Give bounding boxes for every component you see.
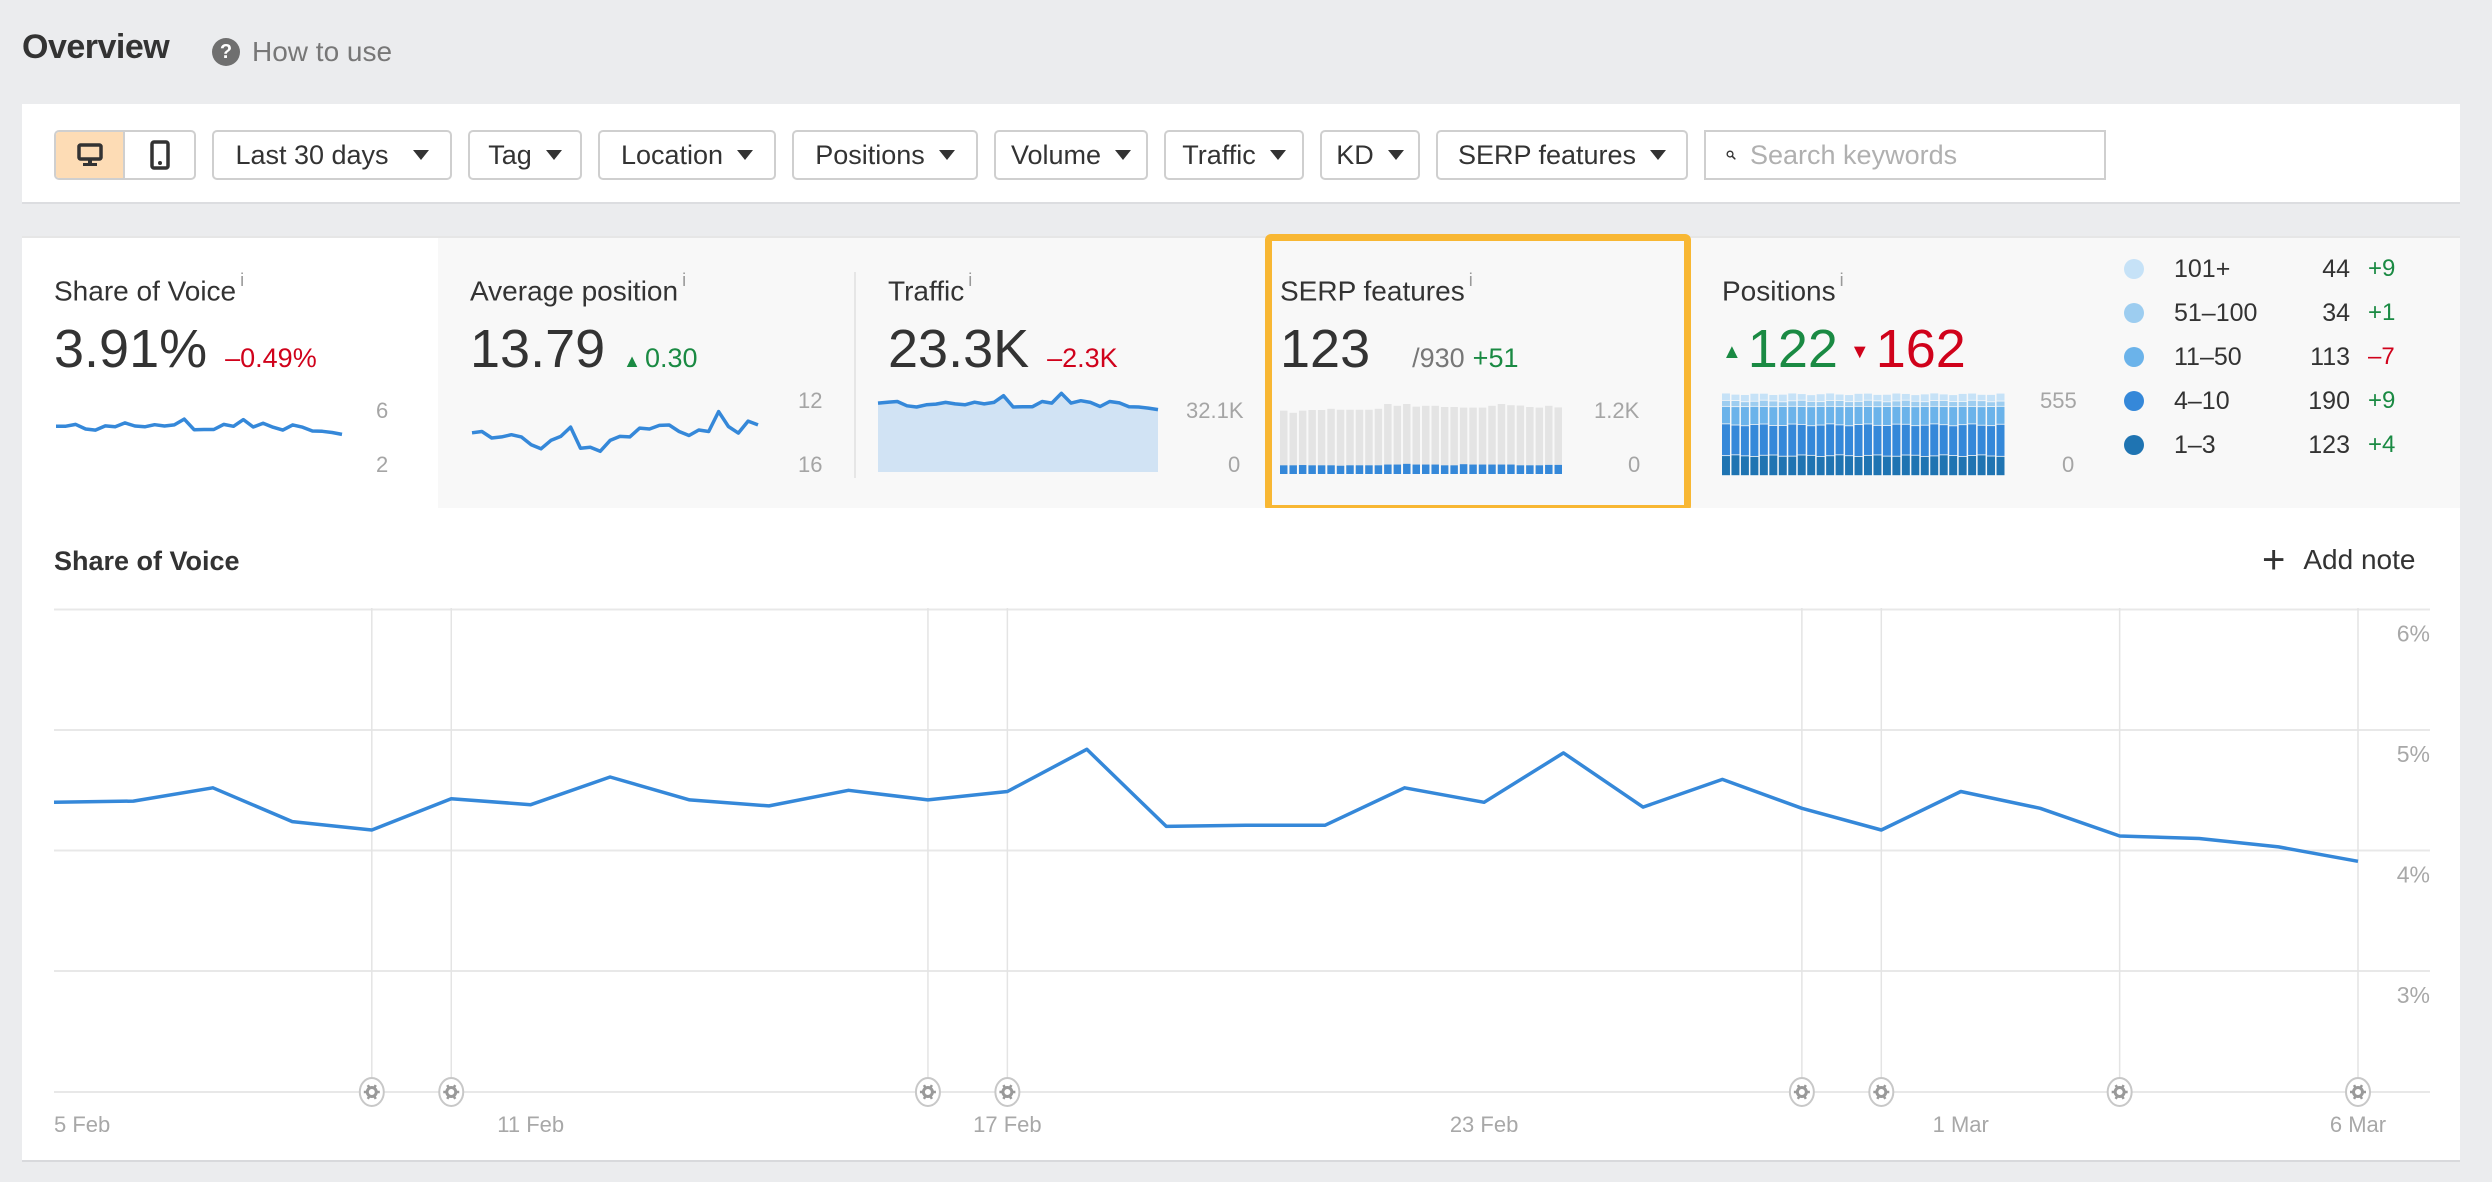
data-point[interactable] bbox=[1399, 782, 1411, 794]
data-point[interactable] bbox=[1558, 747, 1570, 759]
x-tick-label: 6 Mar bbox=[2330, 1112, 2386, 1137]
data-point[interactable] bbox=[763, 800, 775, 812]
x-tick-label: 1 Mar bbox=[1933, 1112, 1989, 1137]
x-tick-label: 11 Feb bbox=[497, 1112, 564, 1137]
note-marker[interactable] bbox=[2106, 1077, 2133, 1107]
data-point[interactable] bbox=[127, 795, 139, 807]
data-point[interactable] bbox=[2034, 802, 2046, 814]
data-point[interactable] bbox=[1081, 743, 1093, 755]
x-tick-label: 23 Feb bbox=[1450, 1112, 1519, 1137]
data-point[interactable] bbox=[445, 793, 457, 805]
series-line bbox=[53, 747, 2359, 864]
data-point[interactable] bbox=[525, 799, 537, 811]
data-point[interactable] bbox=[1160, 820, 1172, 832]
data-point[interactable] bbox=[842, 784, 854, 796]
data-point[interactable] bbox=[1240, 819, 1252, 831]
note-marker[interactable] bbox=[438, 1077, 465, 1107]
data-point[interactable] bbox=[1478, 796, 1490, 808]
data-point[interactable] bbox=[1716, 773, 1728, 785]
note-marker[interactable] bbox=[914, 1077, 941, 1107]
data-point[interactable] bbox=[1875, 824, 1887, 836]
data-point[interactable] bbox=[2114, 830, 2126, 842]
share-of-voice-line-chart: 6% 5% 4% 3% 5 Feb 11 Feb 17 Feb 23 Feb 1 Mar 6 Ma… bbox=[48, 608, 2430, 1137]
y-tick-label: 6% bbox=[2397, 621, 2430, 647]
y-tick-label: 5% bbox=[2397, 741, 2430, 767]
data-point[interactable] bbox=[684, 794, 696, 806]
data-point[interactable] bbox=[604, 771, 616, 783]
data-point[interactable] bbox=[207, 782, 219, 794]
data-point[interactable] bbox=[2273, 841, 2285, 853]
note-marker[interactable] bbox=[1788, 1077, 1815, 1107]
x-tick-label: 5 Feb bbox=[54, 1112, 110, 1137]
data-point[interactable] bbox=[1001, 785, 1013, 797]
data-point[interactable] bbox=[1955, 785, 1967, 797]
data-point[interactable] bbox=[2352, 855, 2364, 867]
y-tick-label: 3% bbox=[2397, 982, 2430, 1008]
note-marker[interactable] bbox=[2345, 1077, 2371, 1107]
x-tick-label: 17 Feb bbox=[973, 1112, 1042, 1137]
y-tick-label: 4% bbox=[2397, 862, 2430, 888]
note-marker[interactable] bbox=[1868, 1077, 1895, 1107]
data-point[interactable] bbox=[1637, 801, 1649, 813]
data-point[interactable] bbox=[1319, 819, 1331, 831]
data-point[interactable] bbox=[2193, 832, 2205, 844]
data-point[interactable] bbox=[1796, 802, 1808, 814]
data-point[interactable] bbox=[286, 816, 298, 828]
data-point[interactable] bbox=[366, 824, 378, 836]
data-point[interactable] bbox=[922, 794, 934, 806]
note-marker[interactable] bbox=[358, 1077, 385, 1107]
data-point[interactable] bbox=[48, 796, 60, 808]
note-marker[interactable] bbox=[994, 1077, 1021, 1107]
